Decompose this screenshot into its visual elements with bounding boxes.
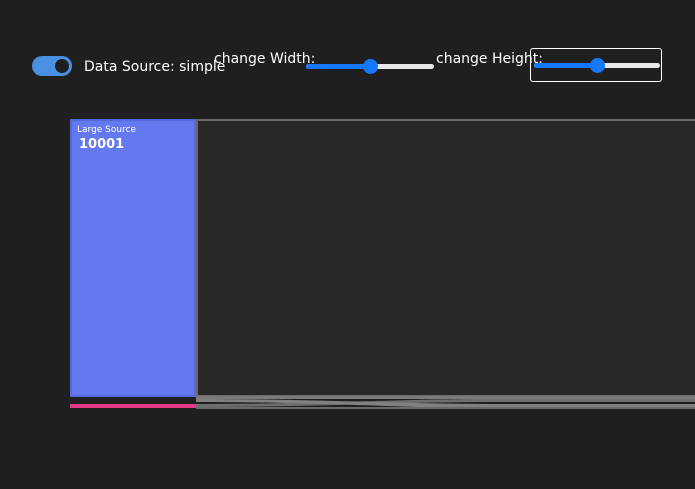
change-width-label: change Width: bbox=[214, 51, 316, 67]
sankey-node-target[interactable] bbox=[196, 119, 695, 397]
height-slider-focus-ring bbox=[530, 48, 662, 82]
width-slider-thumb[interactable] bbox=[363, 59, 378, 74]
width-slider[interactable] bbox=[306, 58, 434, 74]
toggle-thumb bbox=[55, 59, 69, 73]
sankey-node-large-source[interactable]: Large Source 10001 bbox=[70, 119, 196, 397]
data-source-label: Data Source: simple bbox=[84, 59, 226, 75]
height-slider-fill bbox=[534, 63, 597, 68]
change-height-label: change Height: bbox=[436, 51, 543, 67]
flow-link-pink[interactable] bbox=[70, 404, 196, 408]
flow-link-gray-4[interactable] bbox=[196, 407, 695, 409]
node-value-label: 10001 bbox=[79, 137, 125, 152]
height-slider-thumb[interactable] bbox=[590, 58, 605, 73]
sankey-flows bbox=[70, 396, 695, 409]
data-source-toggle[interactable] bbox=[32, 56, 72, 76]
height-slider[interactable] bbox=[534, 57, 660, 73]
flow-link-gray-1[interactable] bbox=[196, 396, 695, 399]
width-slider-fill bbox=[306, 64, 370, 69]
sankey-chart: Large Source 10001 bbox=[70, 119, 695, 411]
node-name-label: Large Source bbox=[77, 125, 137, 135]
app-root: Data Source: simple change Width: change… bbox=[0, 0, 695, 489]
